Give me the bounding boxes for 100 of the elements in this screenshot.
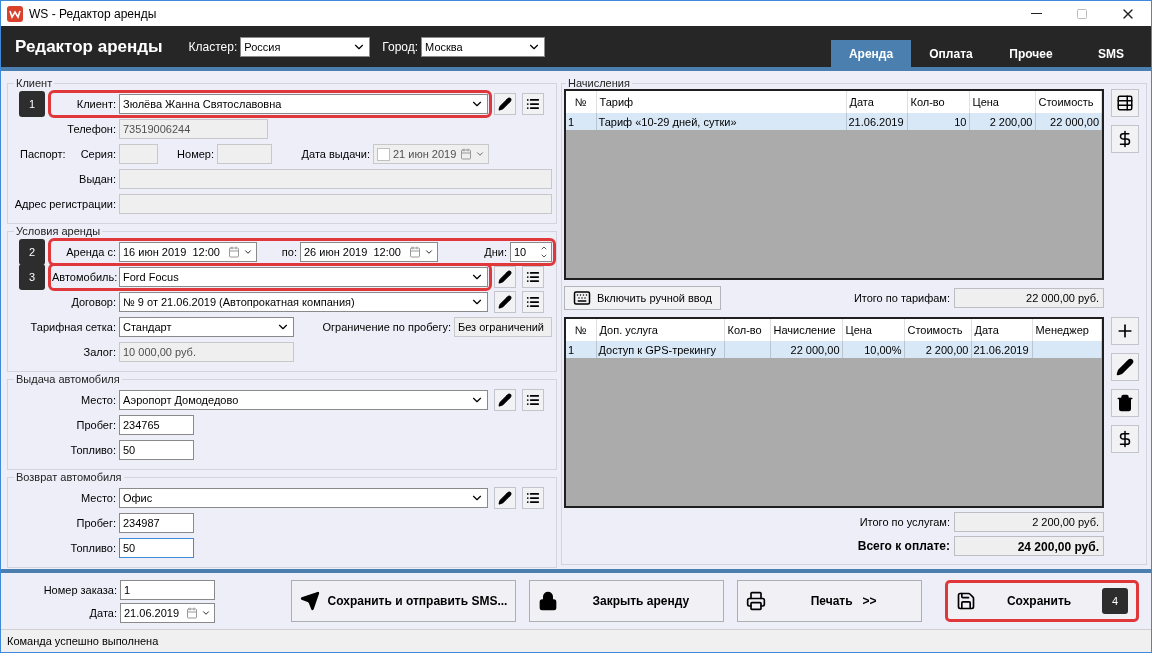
status-bar: Команда успешно выполнена [1, 629, 1151, 652]
column-header[interactable]: № [566, 91, 596, 113]
group-title: Клиент [15, 77, 54, 89]
edit-button[interactable] [1111, 353, 1139, 381]
caret-icon [243, 247, 253, 257]
table-cell: 1 [566, 113, 596, 130]
date-picker[interactable]: 21.06.2019 [120, 602, 215, 623]
calendar-icon [409, 246, 421, 258]
maximize-icon [1076, 7, 1088, 20]
dropdown[interactable]: Стандарт [119, 317, 294, 337]
column-header[interactable]: Дата [971, 319, 1032, 341]
table-cell: 22 000,00 [770, 341, 842, 358]
column-header[interactable]: Цена [842, 319, 904, 341]
column-header[interactable]: Стоимость [1035, 91, 1102, 113]
date-picker[interactable]: 16 июн 2019 12:00 [119, 242, 257, 262]
edit-button[interactable] [494, 291, 516, 313]
pencil-icon [498, 270, 512, 284]
field-label: Пробег: [75, 419, 117, 431]
column-header[interactable]: Тариф [596, 91, 846, 113]
edit-button[interactable] [494, 93, 516, 115]
manual-input-button[interactable]: Включить ручной ввод [564, 286, 721, 310]
field-label: Тарифная сетка: [29, 321, 117, 333]
edit-table-button[interactable] [1111, 89, 1139, 117]
tab[interactable]: SMS [1071, 40, 1151, 67]
field-label: Место: [80, 394, 117, 406]
delete-button[interactable] [1111, 389, 1139, 417]
total-field: 2 200,00 руб. [954, 512, 1104, 532]
field-label: Номер: [176, 148, 215, 160]
text-field[interactable]: 50 [119, 440, 194, 460]
pencil-icon [498, 491, 512, 505]
list-button[interactable] [522, 487, 544, 509]
text-field[interactable]: 234765 [119, 415, 194, 435]
list-icon [526, 393, 540, 407]
list-button[interactable] [522, 93, 544, 115]
add-button[interactable] [1111, 317, 1139, 345]
group-title: Начисления [567, 77, 631, 89]
step-badge: 3 [19, 264, 45, 290]
column-header[interactable]: Цена [969, 91, 1035, 113]
tab[interactable]: Аренда [831, 40, 911, 67]
text-field[interactable]: 1 [120, 579, 215, 600]
number-spinner[interactable]: 10 [510, 242, 552, 262]
field-label: Адрес регистрации: [13, 198, 117, 210]
dropdown[interactable]: Россия [240, 36, 371, 57]
action-button[interactable]: Сохранить 4 [945, 580, 1139, 622]
dropdown[interactable]: Москва [421, 36, 546, 57]
table-edit-icon [1116, 94, 1134, 112]
table-cell: Доступ к GPS-трекингу [596, 341, 724, 358]
field-label: Аренда с: [65, 246, 117, 258]
action-button[interactable]: Печать >> [737, 580, 923, 622]
column-header[interactable]: Кол-во [907, 91, 969, 113]
column-header[interactable]: Кол-во [724, 319, 770, 341]
dropdown[interactable]: Аэропорт Домодедово [119, 390, 488, 410]
group-title: Возврат автомобиля [15, 471, 123, 483]
table-row[interactable]: 1 Доступ к GPS-трекингу 22 000,00 10,00% 2 200,00 21.06.2019 [566, 341, 1102, 358]
pencil-icon [498, 97, 512, 111]
list-button[interactable] [522, 389, 544, 411]
list-button[interactable] [522, 266, 544, 288]
table-row[interactable]: 1 Тариф «10-29 дней, сутки» 21.06.2019 10 2 200,00 22 000,00 [566, 113, 1102, 130]
field-label: Номер заказа: [42, 583, 118, 596]
window-title: WS - Редактор аренды [29, 6, 157, 21]
dropdown[interactable]: № 9 от 21.06.2019 (Автопрокатная компания) [119, 292, 488, 312]
column-header[interactable]: Дата [846, 91, 907, 113]
dropdown[interactable]: Ford Focus [119, 267, 488, 287]
field-label: Договор: [70, 296, 117, 308]
column-header[interactable]: Доп. услуга [596, 319, 724, 341]
dropdown[interactable]: Зюлёва Жанна Святославовна [119, 94, 488, 114]
date-picker[interactable]: 26 июн 2019 12:00 [300, 242, 438, 262]
text-field[interactable]: 234987 [119, 513, 194, 533]
dropdown[interactable]: Офис [119, 488, 488, 508]
total-label: Всего к оплате: [857, 539, 950, 553]
edit-button[interactable] [494, 487, 516, 509]
list-button[interactable] [522, 291, 544, 313]
field-label: Топливо: [69, 444, 117, 456]
printer-icon [746, 591, 767, 611]
dollar-button[interactable] [1111, 425, 1139, 453]
field-label: по: [280, 246, 298, 258]
dollar-button[interactable] [1111, 125, 1139, 153]
column-header[interactable]: Начисление [770, 319, 842, 341]
edit-button[interactable] [494, 389, 516, 411]
caret-icon [475, 149, 485, 159]
field-label: Телефон: [66, 123, 117, 135]
text-field[interactable]: 50 [119, 538, 194, 558]
table-cell: 21.06.2019 [846, 113, 907, 130]
column-header[interactable]: Стоимость [904, 319, 971, 341]
column-header[interactable]: Менеджер [1032, 319, 1102, 341]
pencil-icon [1116, 358, 1134, 376]
action-button[interactable]: Сохранить и отправить SMS... [290, 580, 517, 622]
action-button[interactable]: Закрыть аренду [529, 580, 725, 622]
field-label: Город: [382, 39, 419, 54]
table-cell [724, 341, 770, 358]
edit-button[interactable] [494, 266, 516, 288]
column-header[interactable]: № [566, 319, 596, 341]
calendar-icon [460, 148, 472, 160]
text-field[interactable]: Без ограничений [454, 317, 552, 337]
field-label: Автомобиль: [52, 271, 119, 283]
keyboard-icon [573, 289, 591, 307]
step-badge: 1 [19, 91, 45, 117]
tab[interactable]: Оплата [911, 40, 991, 67]
calendar-icon [186, 606, 198, 619]
tab[interactable]: Прочее [991, 40, 1071, 67]
